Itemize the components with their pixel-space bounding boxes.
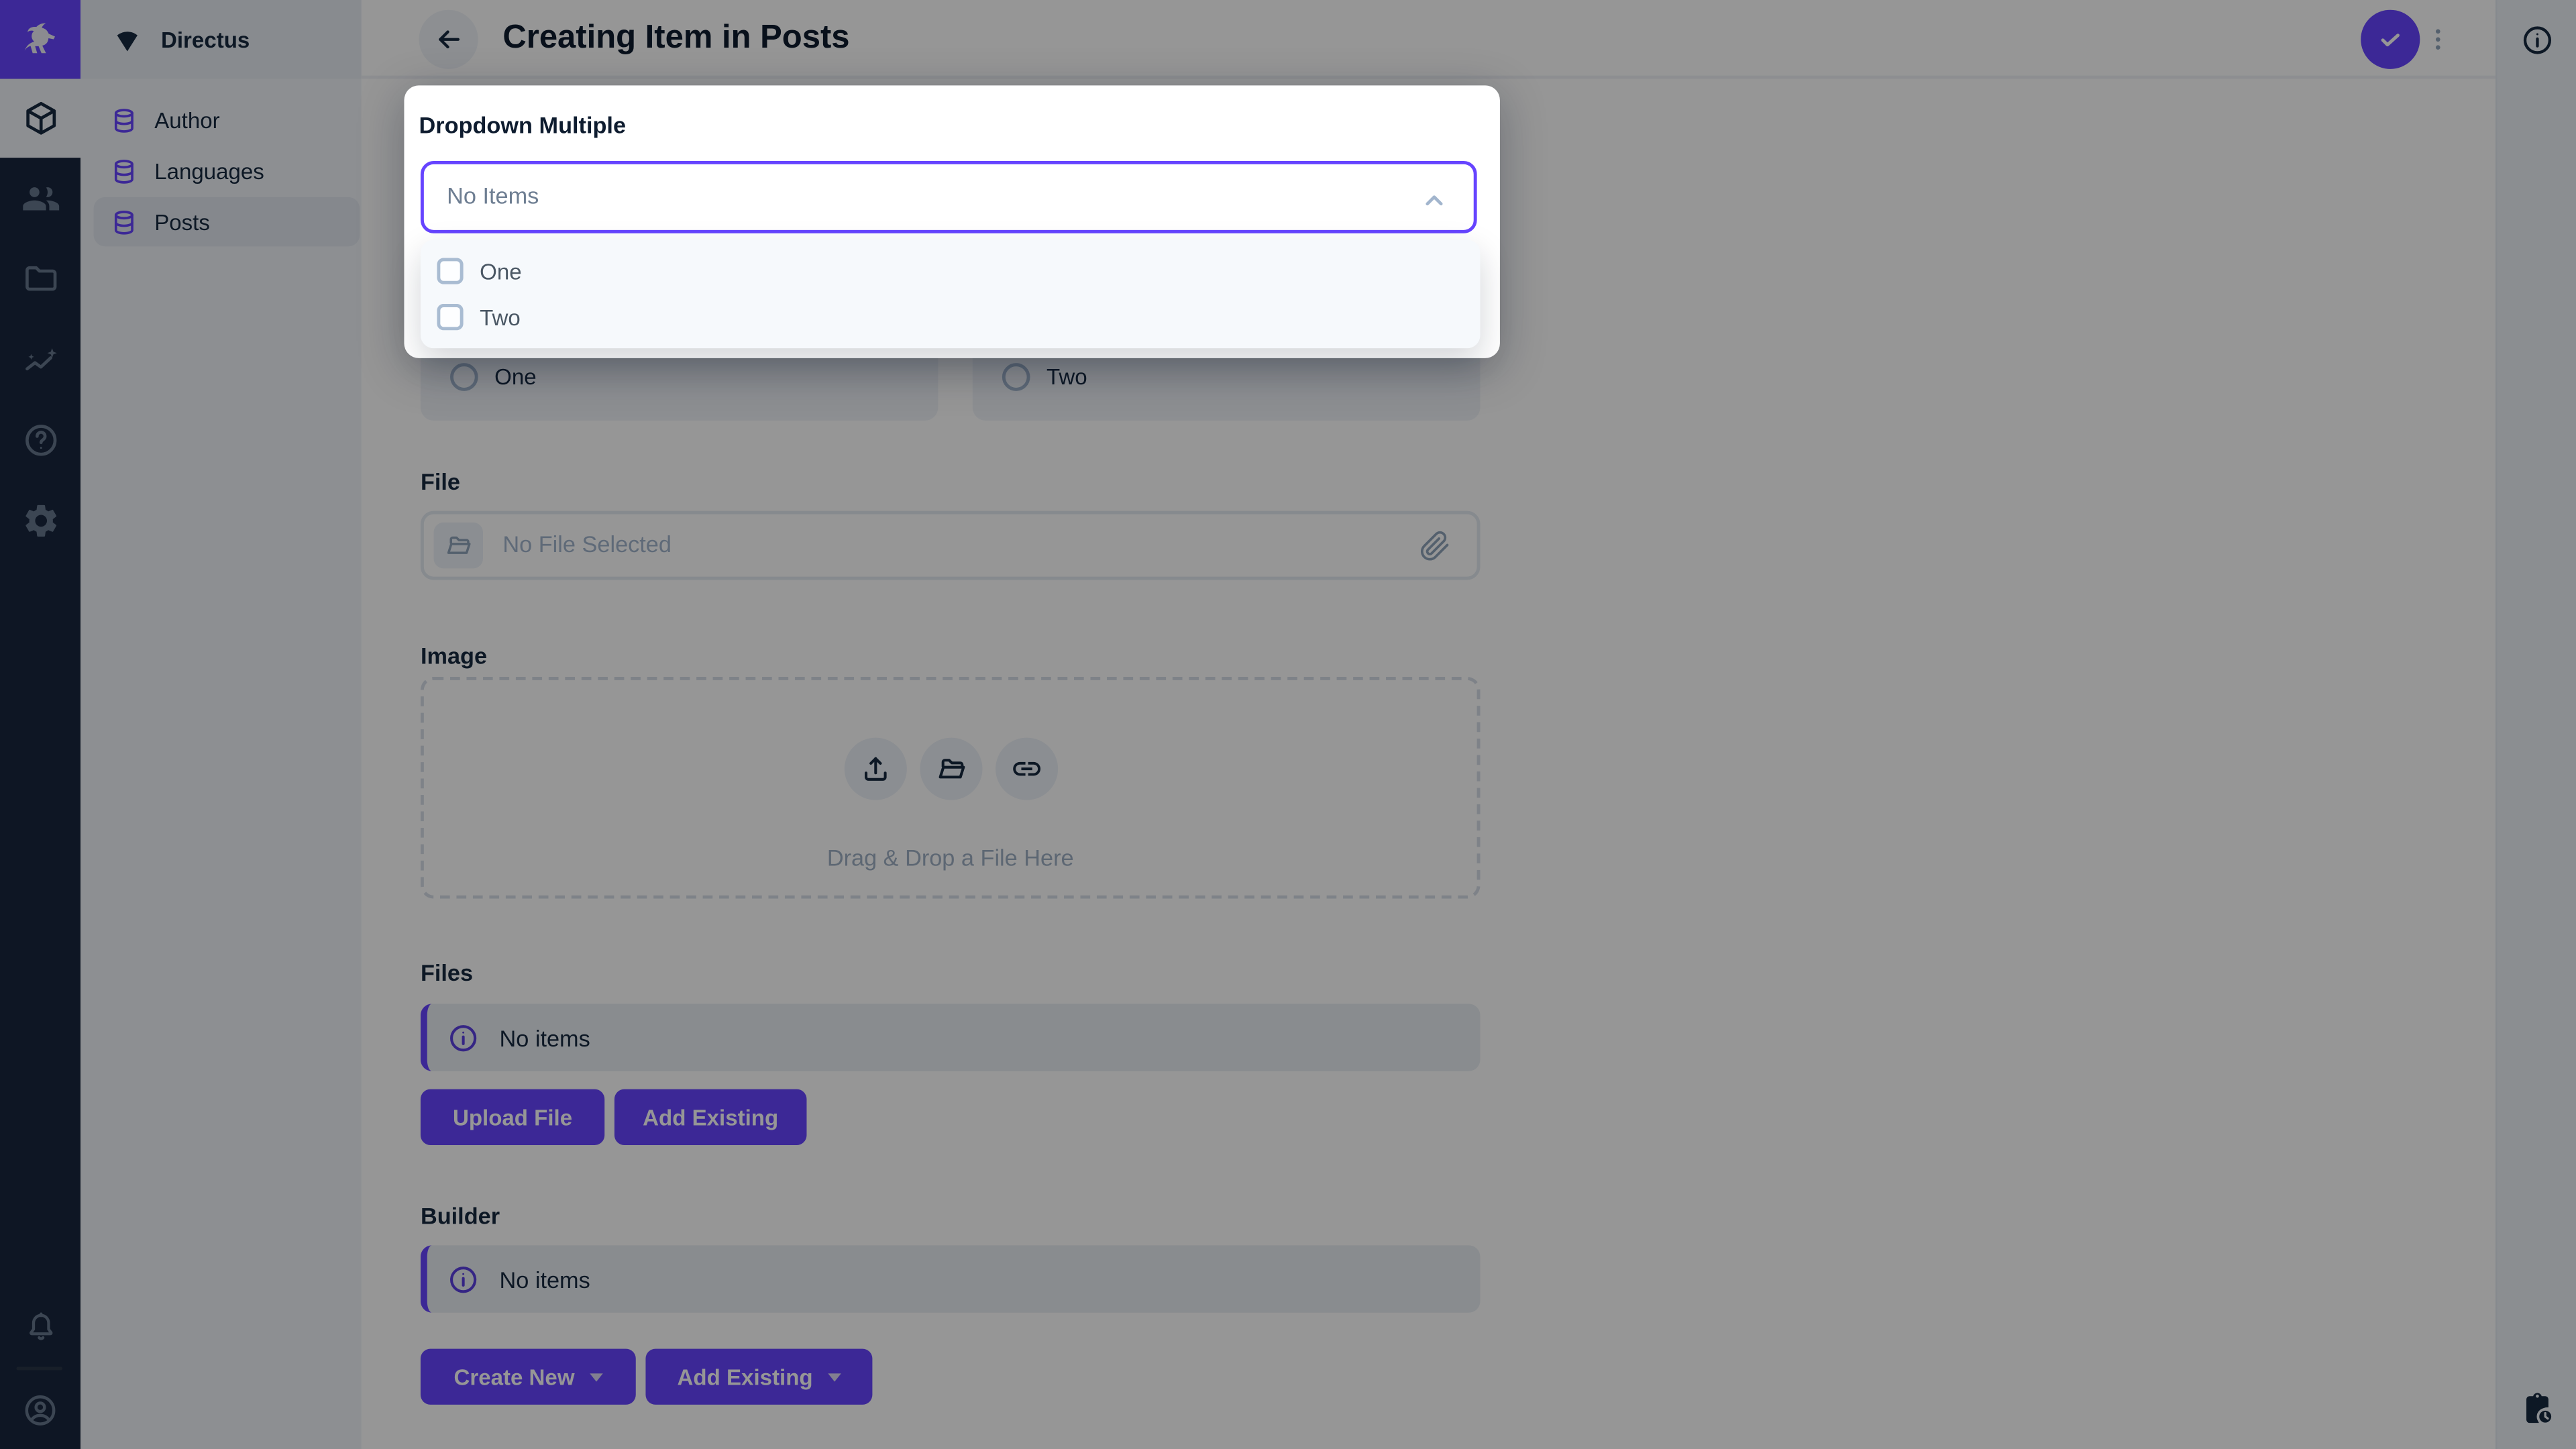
option-label: Two (480, 305, 521, 330)
dropdown-multiple-label: Dropdown Multiple (419, 111, 627, 138)
dropdown-menu: One Two (420, 239, 1481, 349)
chevron-up-icon (1417, 184, 1450, 217)
checkbox-icon[interactable] (437, 258, 464, 284)
dropdown-multiple-select[interactable]: No Items (420, 161, 1477, 233)
select-value: No Items (447, 182, 539, 209)
directus-app: Directus Author Languages Posts Creating… (0, 0, 2576, 1449)
dropdown-option-two[interactable]: Two (421, 294, 1481, 340)
option-label: One (480, 258, 522, 284)
checkbox-icon[interactable] (437, 304, 464, 331)
dropdown-option-one[interactable]: One (421, 248, 1481, 294)
dropdown-multiple-popover: Dropdown Multiple No Items One Two (404, 85, 1500, 358)
